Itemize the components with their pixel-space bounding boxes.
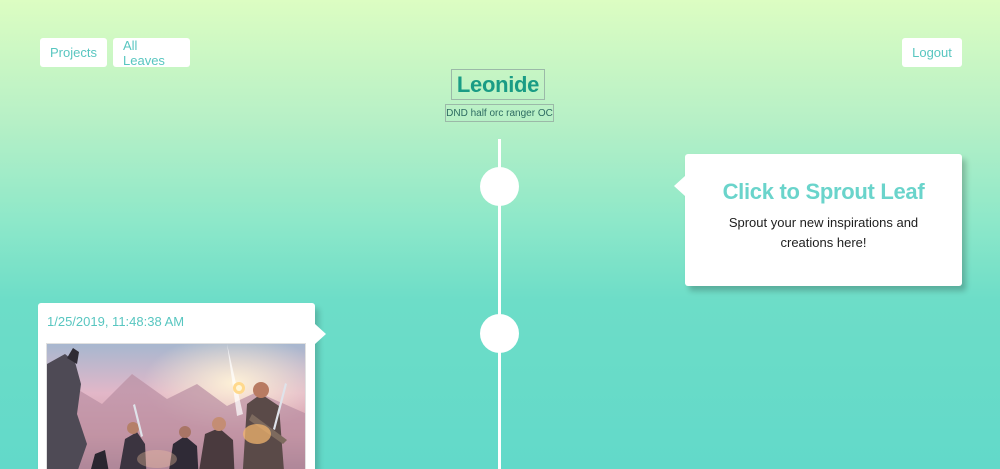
logout-button[interactable]: Logout [902,38,962,67]
sprout-leaf-description: Sprout your new inspirations and creatio… [728,215,919,250]
card-pointer [674,176,685,196]
timeline-node [480,314,519,353]
all-leaves-button[interactable]: All Leaves [113,38,190,68]
sprout-leaf-card[interactable]: Click to Sprout Leaf Sprout your new ins… [674,154,962,286]
projects-button[interactable]: Projects [40,38,107,67]
project-title: Leonide [451,69,545,100]
project-description: DND half orc ranger OC [445,104,554,122]
timeline-node [480,167,519,206]
card-pointer [315,324,326,344]
leaf-date: 1/25/2019, 11:48:38 AM [47,314,185,329]
sprout-leaf-title: Click to Sprout Leaf [722,179,925,204]
leaf-card[interactable]: 1/25/2019, 11:48:38 AM [38,303,326,469]
leaf-image[interactable] [46,343,306,469]
